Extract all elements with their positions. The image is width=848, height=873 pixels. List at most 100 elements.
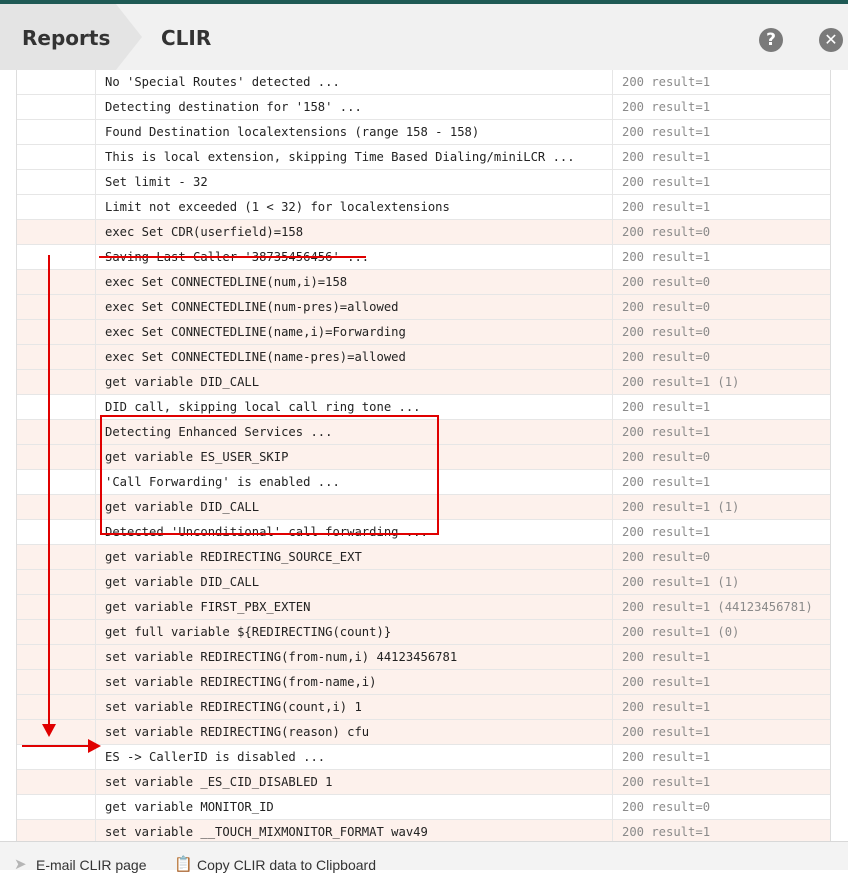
log-row: exec Set CDR(userfield)=158 200 result=0 [17, 220, 830, 245]
log-result: 200 result=0 [622, 350, 711, 364]
breadcrumb-reports[interactable]: Reports [0, 4, 142, 70]
log-result: 200 result=1 [622, 475, 711, 489]
log-message-cell: get variable REDIRECTING_SOURCE_EXT [95, 545, 612, 569]
log-row-gutter [17, 295, 95, 319]
log-result-cell: 200 result=1 [612, 195, 830, 219]
log-message: DID call, skipping local call ring tone … [105, 400, 421, 414]
log-result-cell: 200 result=1 [612, 820, 830, 841]
log-row-gutter [17, 545, 95, 569]
log-row-gutter [17, 520, 95, 544]
log-result-cell: 200 result=1 [612, 70, 830, 94]
log-result: 200 result=1 [622, 100, 711, 114]
log-message-cell: Detecting destination for '158' ... [95, 95, 612, 119]
log-result: 200 result=1 (1) [622, 375, 740, 389]
log-message: get variable DID_CALL [105, 575, 260, 589]
log-row: exec Set CONNECTEDLINE(name,i)=Forwardin… [17, 320, 830, 345]
log-row-gutter [17, 245, 95, 269]
log-message: exec Set CONNECTEDLINE(name-pres)=allowe… [105, 350, 406, 364]
log-row: Set limit - 32 200 result=1 [17, 170, 830, 195]
clipboard-icon: 📋 [174, 855, 193, 873]
log-result: 200 result=0 [622, 275, 711, 289]
log-row: Found Destination localextensions (range… [17, 120, 830, 145]
log-result: 200 result=1 (1) [622, 575, 740, 589]
log-row-gutter [17, 170, 95, 194]
log-row-gutter [17, 70, 95, 94]
log-message-cell: exec Set CONNECTEDLINE(name,i)=Forwardin… [95, 320, 612, 344]
log-result-cell: 200 result=1 [612, 695, 830, 719]
log-message-cell: set variable REDIRECTING(count,i) 1 [95, 695, 612, 719]
log-row-gutter [17, 345, 95, 369]
log-message-cell: set variable REDIRECTING(from-name,i) [95, 670, 612, 694]
log-result-cell: 200 result=0 [612, 345, 830, 369]
log-message-cell: get variable FIRST_PBX_EXTEN [95, 595, 612, 619]
log-message-cell: exec Set CONNECTEDLINE(num-pres)=allowed [95, 295, 612, 319]
log-result-cell: 200 result=1 [612, 670, 830, 694]
log-row: No 'Special Routes' detected ... 200 resu… [17, 70, 830, 95]
log-result-cell: 200 result=0 [612, 445, 830, 469]
log-result-cell: 200 result=1 [612, 770, 830, 794]
log-row-gutter [17, 770, 95, 794]
log-result: 200 result=0 [622, 550, 711, 564]
page-header: Reports CLIR ? ✕ [0, 4, 848, 71]
log-result: 200 result=1 [622, 75, 711, 89]
log-result-cell: 200 result=1 (44123456781) [612, 595, 830, 619]
log-row-gutter [17, 495, 95, 519]
log-row: This is local extension, skipping Time B… [17, 145, 830, 170]
log-row-gutter [17, 195, 95, 219]
log-message: set variable REDIRECTING(from-num,i) 441… [105, 650, 458, 664]
log-result-cell: 200 result=1 [612, 395, 830, 419]
log-row: get variable DID_CALL 200 result=1 (1) [17, 570, 830, 595]
log-row: set variable REDIRECTING(reason) cfu 200 … [17, 720, 830, 745]
log-message-cell: exec Set CDR(userfield)=158 [95, 220, 612, 244]
log-message-cell: get variable DID_CALL [95, 570, 612, 594]
log-result: 200 result=0 [622, 450, 711, 464]
log-result-cell: 200 result=1 [612, 120, 830, 144]
email-clir-link[interactable]: E-mail CLIR page [36, 857, 147, 873]
log-message: set variable __TOUCH_MIXMONITOR_FORMAT w… [105, 825, 428, 839]
annotation-underline [99, 256, 366, 258]
log-message-cell: Set limit - 32 [95, 170, 612, 194]
log-row-gutter [17, 145, 95, 169]
close-icon[interactable]: ✕ [819, 28, 843, 52]
log-result: 200 result=1 [622, 725, 711, 739]
paper-plane-icon: ➤ [14, 855, 27, 873]
log-row-gutter [17, 370, 95, 394]
log-result-cell: 200 result=0 [612, 220, 830, 244]
log-message: get variable MONITOR_ID [105, 800, 274, 814]
log-message: set variable REDIRECTING(reason) cfu [105, 725, 370, 739]
log-result-cell: 200 result=1 [612, 520, 830, 544]
log-result: 200 result=1 [622, 825, 711, 839]
log-result: 200 result=1 (44123456781) [622, 600, 813, 614]
log-row-gutter [17, 620, 95, 644]
log-message: exec Set CDR(userfield)=158 [105, 225, 304, 239]
log-message: get variable REDIRECTING_SOURCE_EXT [105, 550, 362, 564]
log-message-cell: get full variable ${REDIRECTING(count)} [95, 620, 612, 644]
log-message-cell: Limit not exceeded (1 < 32) for localext… [95, 195, 612, 219]
log-row-gutter [17, 670, 95, 694]
clir-log-panel[interactable]: No 'Special Routes' detected ... 200 resu… [0, 70, 848, 841]
log-result: 200 result=1 [622, 650, 711, 664]
annotation-arrow-down-head [42, 724, 56, 737]
log-result-cell: 200 result=1 [612, 245, 830, 269]
log-message: get variable FIRST_PBX_EXTEN [105, 600, 311, 614]
log-row: get variable DID_CALL 200 result=1 (1) [17, 370, 830, 395]
help-icon[interactable]: ? [759, 28, 783, 52]
log-message-cell: get variable DID_CALL [95, 370, 612, 394]
log-result-cell: 200 result=1 [612, 470, 830, 494]
log-result: 200 result=0 [622, 325, 711, 339]
log-result: 200 result=1 [622, 425, 711, 439]
log-result-cell: 200 result=0 [612, 795, 830, 819]
log-message-cell: set variable _ES_CID_DISABLED 1 [95, 770, 612, 794]
log-row-gutter [17, 120, 95, 144]
log-result-cell: 200 result=1 [612, 95, 830, 119]
log-result-cell: 200 result=1 (1) [612, 370, 830, 394]
copy-clir-link[interactable]: Copy CLIR data to Clipboard [197, 857, 376, 873]
log-row: set variable REDIRECTING(count,i) 1 200 r… [17, 695, 830, 720]
log-result-cell: 200 result=1 (1) [612, 495, 830, 519]
log-message: set variable REDIRECTING(count,i) 1 [105, 700, 362, 714]
log-row-gutter [17, 695, 95, 719]
log-result-cell: 200 result=1 [612, 420, 830, 444]
log-row: Limit not exceeded (1 < 32) for localext… [17, 195, 830, 220]
log-message-cell: set variable __TOUCH_MIXMONITOR_FORMAT w… [95, 820, 612, 841]
log-message-cell: get variable MONITOR_ID [95, 795, 612, 819]
